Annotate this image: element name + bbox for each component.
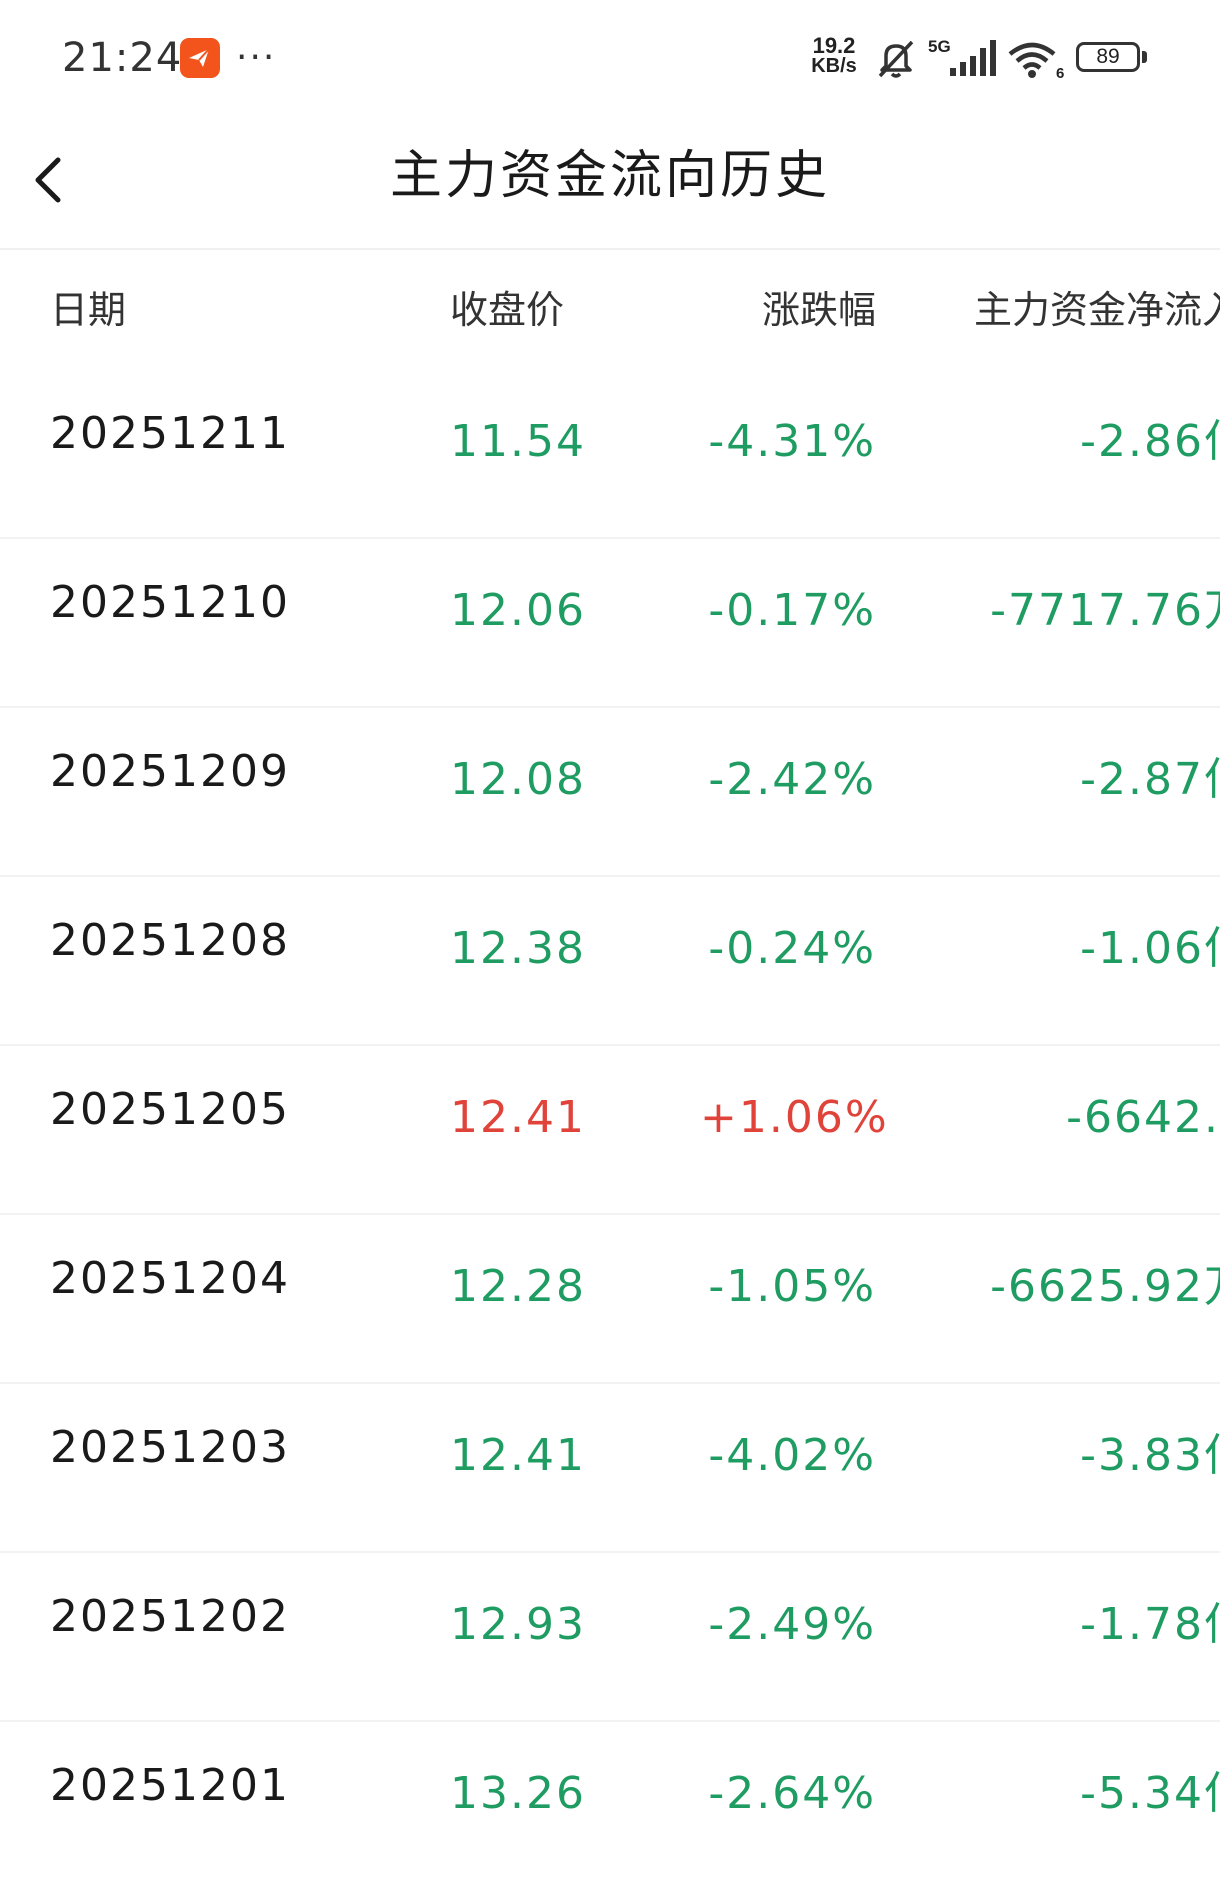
status-time: 21:24: [62, 35, 183, 81]
cell-change-percent: -0.17%: [708, 585, 876, 636]
cell-change-percent: -2.64%: [708, 1768, 876, 1819]
more-notifications-icon: ···: [236, 37, 277, 78]
cell-change-percent: -4.02%: [708, 1430, 876, 1481]
battery-tip: [1142, 51, 1147, 63]
column-header-close: 收盘价: [450, 288, 565, 332]
cell-change-percent: -0.24%: [708, 923, 876, 974]
app-notification-icon: [180, 38, 220, 78]
table-header-row: 日期 收盘价 涨跌幅 主力资金净流入: [0, 250, 1220, 370]
cell-close-price: 12.41: [450, 1092, 586, 1143]
cell-close-price: 12.08: [450, 754, 586, 805]
page-title: 主力资金流向历史: [389, 146, 830, 206]
table-row[interactable]: 20251204 12.28 -1.05% -6625.92万: [0, 1215, 1220, 1384]
cell-change-percent: -4.31%: [708, 416, 876, 467]
cell-net-inflow: -5.34亿: [1080, 1768, 1220, 1819]
cell-close-price: 12.28: [450, 1261, 586, 1312]
wifi-icon: 6: [1008, 42, 1064, 80]
cell-date: 20251203: [50, 1422, 290, 1473]
column-header-net-inflow: 主力资金净流入: [974, 288, 1220, 332]
table-row[interactable]: 20251205 12.41 +1.06% -6642.0: [0, 1046, 1220, 1215]
table-row[interactable]: 20251209 12.08 -2.42% -2.87亿: [0, 708, 1220, 877]
cell-date: 20251209: [50, 746, 290, 797]
mute-icon: [878, 40, 914, 78]
cell-date: 20251205: [50, 1084, 290, 1135]
cell-net-inflow: -3.83亿: [1080, 1430, 1220, 1481]
network-speed: 19.2 KB/s: [806, 33, 862, 77]
network-speed-value: 19.2: [812, 33, 856, 58]
cell-net-inflow: -1.78亿: [1080, 1599, 1220, 1650]
fund-flow-table: 日期 收盘价 涨跌幅 主力资金净流入 20251211 11.54 -4.31%…: [0, 250, 1220, 1891]
status-bar: 21:24 ··· 19.2 KB/s 5G 6 89: [0, 0, 1220, 114]
cell-close-price: 12.06: [450, 585, 586, 636]
cell-close-price: 11.54: [450, 416, 586, 467]
column-header-change: 涨跌幅: [761, 288, 876, 332]
cell-change-percent: -1.05%: [708, 1261, 876, 1312]
cell-net-inflow: -6642.0: [1066, 1092, 1220, 1143]
signal-icon: 5G: [928, 37, 996, 76]
cell-change-percent: +1.06%: [700, 1092, 889, 1143]
table-row[interactable]: 20251201 13.26 -2.64% -5.34亿: [0, 1722, 1220, 1891]
cell-net-inflow: -6625.92万: [990, 1261, 1220, 1312]
cell-date: 20251204: [50, 1253, 290, 1304]
cell-date: 20251202: [50, 1591, 290, 1642]
cell-net-inflow: -2.86亿: [1080, 416, 1220, 467]
table-row[interactable]: 20251208 12.38 -0.24% -1.06亿: [0, 877, 1220, 1046]
cell-net-inflow: -1.06亿: [1080, 923, 1220, 974]
table-row[interactable]: 20251210 12.06 -0.17% -7717.76万: [0, 539, 1220, 708]
table-row[interactable]: 20251202 12.93 -2.49% -1.78亿: [0, 1553, 1220, 1722]
wifi-band-label: 6: [1056, 65, 1064, 80]
cell-change-percent: -2.49%: [708, 1599, 876, 1650]
network-speed-unit: KB/s: [811, 55, 857, 77]
cell-close-price: 12.41: [450, 1430, 586, 1481]
table-body: 20251211 11.54 -4.31% -2.86亿 20251210 12…: [0, 370, 1220, 1891]
battery-level: 89: [1096, 45, 1120, 68]
cell-date: 20251201: [50, 1760, 290, 1811]
cell-close-price: 12.93: [450, 1599, 586, 1650]
table-row[interactable]: 20251211 11.54 -4.31% -2.86亿: [0, 370, 1220, 539]
network-type-label: 5G: [928, 37, 951, 56]
cell-date: 20251208: [50, 915, 290, 966]
cell-date: 20251210: [50, 577, 290, 628]
cell-change-percent: -2.42%: [708, 754, 876, 805]
page-header: 主力资金流向历史: [0, 114, 1220, 250]
battery-icon: 89: [1076, 42, 1140, 72]
cell-date: 20251211: [50, 408, 290, 459]
column-header-date: 日期: [50, 288, 127, 332]
cell-net-inflow: -7717.76万: [990, 585, 1220, 636]
cell-close-price: 13.26: [450, 1768, 586, 1819]
cell-close-price: 12.38: [450, 923, 586, 974]
table-row[interactable]: 20251203 12.41 -4.02% -3.83亿: [0, 1384, 1220, 1553]
cell-net-inflow: -2.87亿: [1080, 754, 1220, 805]
